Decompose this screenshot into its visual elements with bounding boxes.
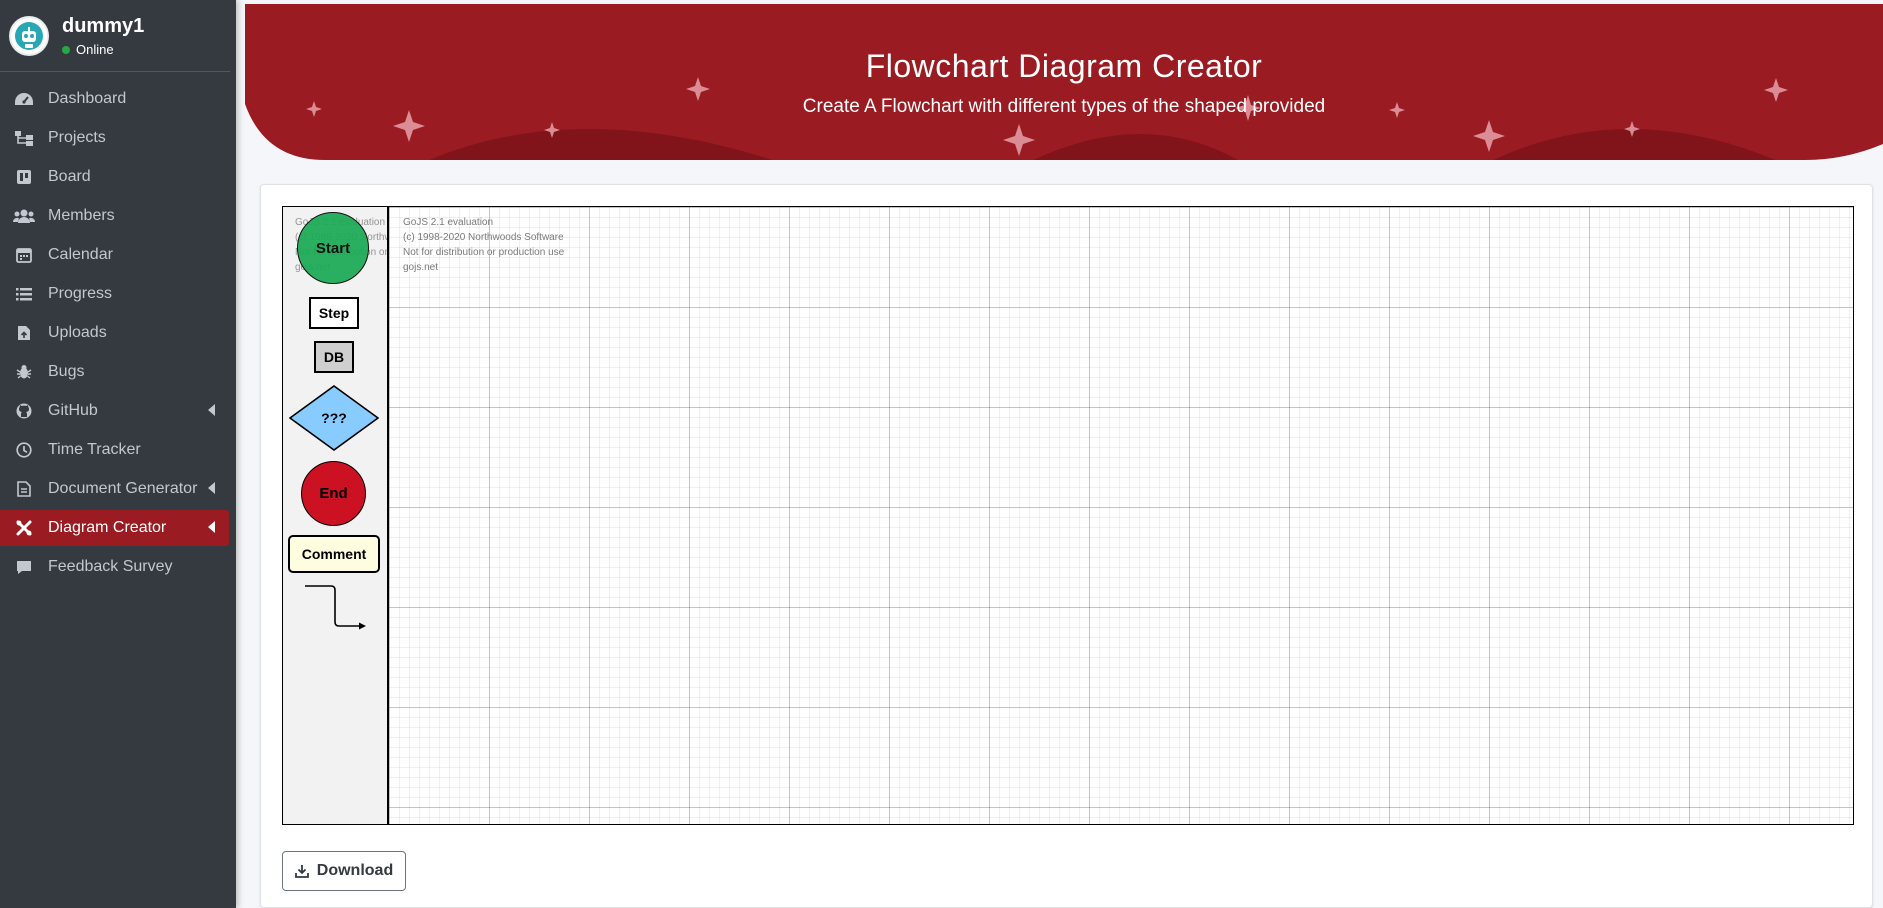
canvas-watermark: GoJS 2.1 evaluation (c) 1998-2020 Northw… (403, 215, 564, 275)
download-button[interactable]: Download (282, 851, 406, 891)
sidebar-item-projects[interactable]: Projects (0, 120, 229, 156)
sitemap-icon (12, 128, 36, 148)
sidebar-item-label: Feedback Survey (48, 558, 173, 575)
avatar[interactable] (9, 15, 49, 56)
page-header-banner: Flowchart Diagram Creator Create A Flowc… (245, 4, 1883, 160)
link-arrow-icon (305, 585, 366, 630)
board-icon (12, 167, 36, 187)
sidebar-item-diagram-creator[interactable]: Diagram Creator (0, 510, 229, 546)
page-subtitle: Create A Flowchart with different types … (802, 96, 1326, 117)
tools-icon (12, 518, 36, 538)
users-icon (12, 206, 36, 226)
file-upload-icon (12, 323, 36, 343)
user-panel[interactable]: dummy1 Online (0, 0, 230, 72)
download-icon (294, 864, 309, 878)
sidebar-item-label: Progress (48, 285, 113, 302)
palette-start-shape[interactable]: Start (297, 212, 369, 284)
sidebar-item-label: Projects (48, 129, 106, 146)
sidebar-item-calendar[interactable]: Calendar (0, 237, 229, 273)
sidebar-item-label: Members (48, 207, 115, 224)
sidebar-item-progress[interactable]: Progress (0, 276, 229, 312)
user-status: Online (62, 42, 144, 57)
palette-decision-shape[interactable]: ??? (289, 385, 379, 451)
chevron-left-icon (208, 521, 215, 533)
user-status-label: Online (76, 42, 114, 57)
sidebar-item-label: Dashboard (48, 90, 127, 107)
sidebar-item-members[interactable]: Members (0, 198, 229, 234)
sidebar-item-label: Diagram Creator (48, 519, 167, 536)
watermark-line: gojs.net (403, 262, 439, 273)
sidebar-item-github[interactable]: GitHub (0, 393, 229, 429)
bug-icon (12, 362, 36, 382)
palette-comment-shape[interactable]: Comment (288, 535, 380, 573)
sidebar: dummy1 Online Dashboard Projects Board M… (0, 0, 236, 908)
clock-icon (12, 440, 36, 460)
robot-avatar-icon (15, 21, 43, 50)
sidebar-item-time-tracker[interactable]: Time Tracker (0, 432, 229, 468)
watermark-line: Not for distribution or production use (403, 247, 565, 258)
sidebar-nav: Dashboard Projects Board Members Calenda… (0, 81, 236, 585)
sidebar-item-uploads[interactable]: Uploads (0, 315, 229, 351)
diagram-card: GoJS 2.1 evaluation (c) 1998-2020 Northw… (260, 184, 1873, 908)
palette-end-shape[interactable]: End (301, 461, 366, 526)
calendar-icon (12, 245, 36, 265)
sidebar-item-label: Document Generator (48, 480, 198, 497)
sidebar-item-label: Uploads (48, 324, 107, 341)
diagram-canvas[interactable]: GoJS 2.1 evaluation (c) 1998-2020 Northw… (388, 206, 1854, 825)
github-icon (12, 401, 36, 421)
watermark-line: GoJS 2.1 evaluation (403, 217, 494, 228)
dashboard-icon (12, 89, 36, 109)
list-icon (12, 284, 36, 304)
download-button-label: Download (316, 862, 394, 879)
sidebar-item-label: Board (48, 168, 91, 185)
palette-link-shape[interactable] (303, 582, 367, 634)
sidebar-item-dashboard[interactable]: Dashboard (0, 81, 229, 117)
palette-step-shape[interactable]: Step (309, 297, 359, 329)
comment-icon (12, 557, 36, 577)
online-status-icon (62, 45, 70, 54)
palette-db-shape[interactable]: DB (314, 341, 354, 373)
user-name[interactable]: dummy1 (62, 14, 144, 38)
sidebar-item-board[interactable]: Board (0, 159, 229, 195)
watermark-line: (c) 1998-2020 Northwoods Software (403, 232, 564, 243)
chevron-left-icon (208, 482, 215, 494)
decision-label: ??? (321, 410, 347, 426)
chevron-left-icon (208, 404, 215, 416)
page-title: Flowchart Diagram Creator (865, 48, 1263, 84)
shape-palette[interactable]: GoJS 2.1 evaluation (c) 1998-2020 Northw… (282, 206, 388, 825)
sidebar-item-bugs[interactable]: Bugs (0, 354, 229, 390)
sidebar-item-label: Calendar (48, 246, 113, 263)
sidebar-item-label: GitHub (48, 402, 98, 419)
sidebar-item-label: Bugs (48, 363, 85, 380)
sidebar-item-label: Time Tracker (48, 441, 141, 458)
document-icon (12, 479, 36, 499)
sidebar-item-document-generator[interactable]: Document Generator (0, 471, 229, 507)
sidebar-item-feedback-survey[interactable]: Feedback Survey (0, 549, 229, 585)
